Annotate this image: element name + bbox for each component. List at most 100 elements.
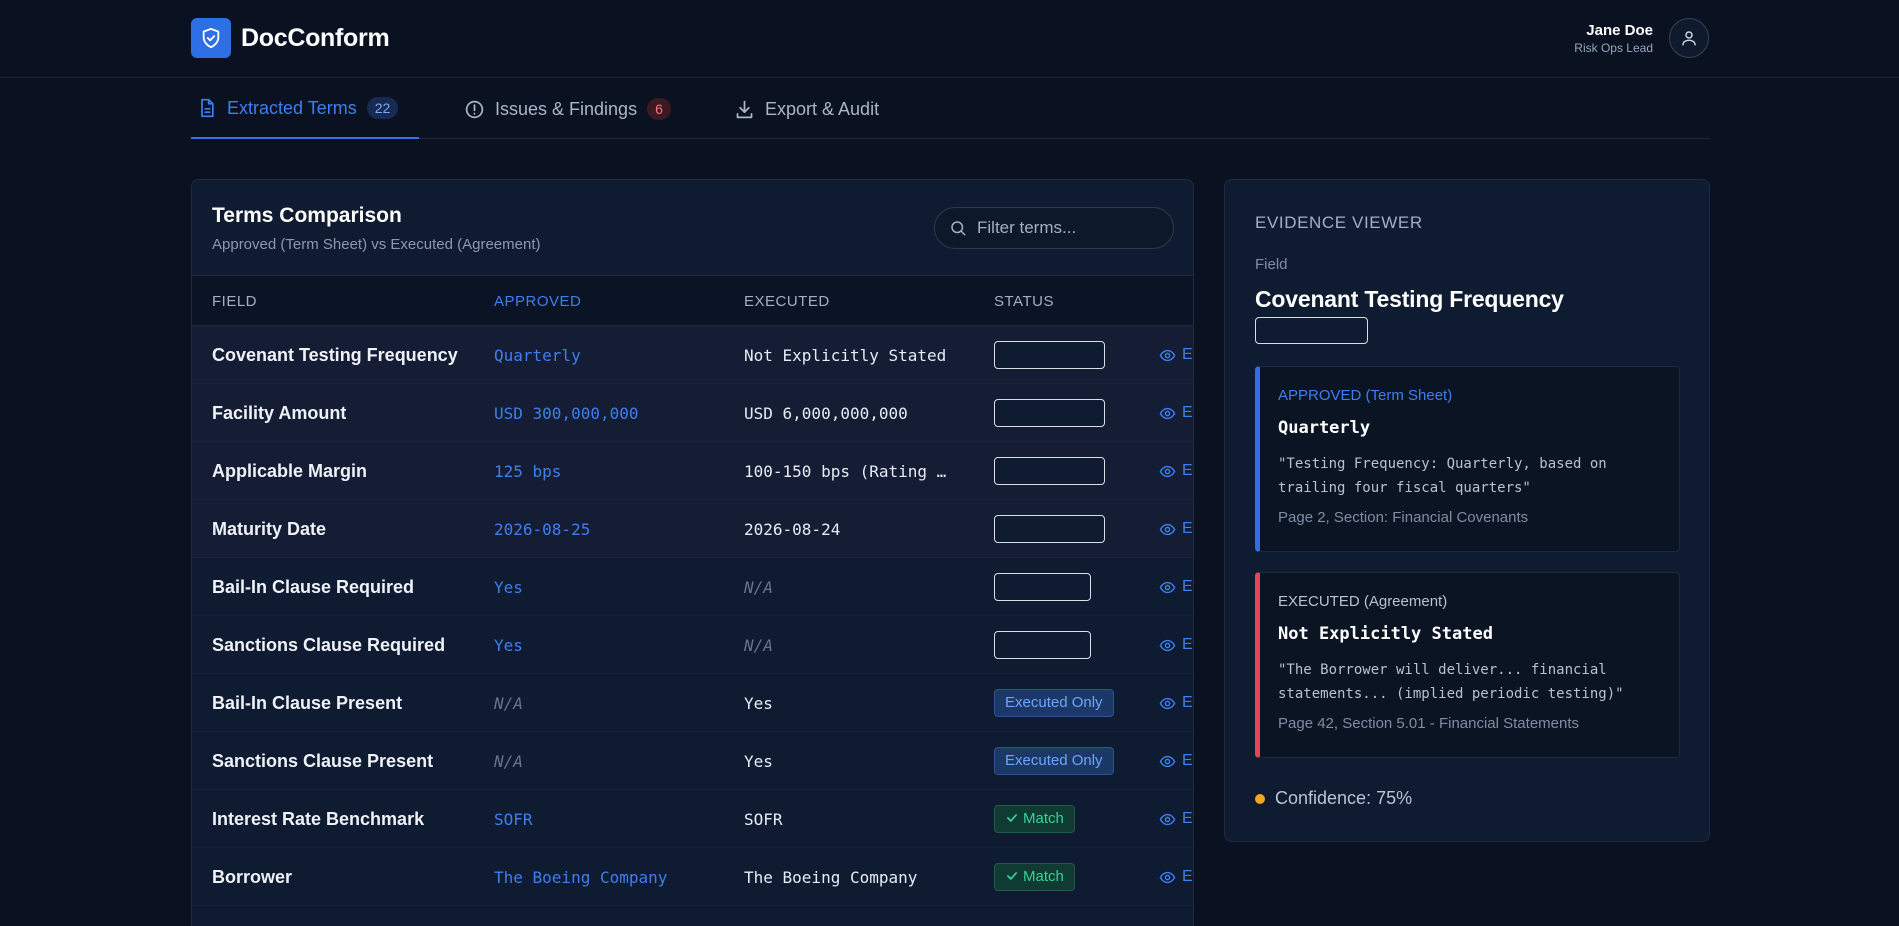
status-cell: Mismatch: [994, 500, 1105, 558]
card-subtitle: Approved (Term Sheet) vs Executed (Agree…: [212, 236, 541, 253]
approved-value: N/A: [494, 693, 523, 713]
evidence-link-label: Evidence: [1182, 810, 1193, 827]
col-header-executed[interactable]: EXECUTED: [744, 293, 830, 310]
evidence-link[interactable]: Evidence: [1159, 674, 1193, 732]
user-role: Risk Ops Lead: [1574, 40, 1653, 55]
status-cell: Mismatch: [994, 326, 1105, 384]
tab-label: Extracted Terms: [227, 97, 357, 118]
field-name: Sanctions Clause Required: [212, 634, 446, 655]
tab-export-audit[interactable]: Export & Audit: [734, 79, 879, 139]
table-header: FIELD APPROVED EXECUTED STATUS: [192, 276, 1193, 326]
status-cell: Executed Only: [994, 732, 1114, 790]
evidence-link[interactable]: Evidence: [1159, 616, 1193, 674]
status-badge: Match: [994, 805, 1075, 833]
tab-issues-findings[interactable]: Issues & Findings 6: [464, 79, 671, 139]
approved-value: Quarterly: [494, 345, 581, 365]
tab-count-badge: 22: [366, 97, 399, 119]
avatar[interactable]: [1669, 18, 1709, 58]
executed-value: 2026-08-24: [744, 519, 841, 539]
table-row[interactable]: Bail-In Clause Present N/A Yes Executed Onl…: [192, 674, 1193, 732]
app-logo[interactable]: DocConform: [191, 18, 390, 58]
table-row[interactable]: Applicable Margin 125 bps 100-150 bps (Rat…: [192, 442, 1193, 500]
user-icon: [1682, 31, 1696, 46]
evidence-status-chip: [1255, 317, 1368, 344]
user-name: Jane Doe: [1586, 21, 1653, 39]
eye-icon: [1159, 405, 1176, 422]
field-name: Covenant Testing Frequency: [212, 344, 458, 365]
col-header-status[interactable]: STATUS: [994, 293, 1054, 310]
executed-location: Page 42, Section 5.01 - Financial Statem…: [1278, 715, 1580, 732]
field-name: Interest Rate Benchmark: [212, 808, 425, 829]
table-row[interactable]: Covenant Testing Frequency Quarterly Not E…: [192, 326, 1193, 384]
field-name: Applicable Margin: [212, 460, 368, 481]
table-row[interactable]: Bail-In Clause Required Yes N/A Missing Evid…: [192, 558, 1193, 616]
evidence-link[interactable]: Evidence: [1159, 790, 1193, 848]
table-row[interactable]: Borrower The Boeing Company The Boeing Com…: [192, 848, 1193, 906]
eye-icon: [1159, 347, 1176, 364]
status-badge: Executed Only: [994, 689, 1114, 717]
status-cell: Mismatch: [994, 442, 1105, 500]
approved-quote: "Testing Frequency: Quarterly, based on …: [1278, 456, 1607, 496]
eye-icon: [1159, 637, 1176, 654]
tab-extracted-terms[interactable]: Extracted Terms 22: [191, 79, 419, 139]
check-icon: [1005, 868, 1023, 885]
filter-terms-field[interactable]: [934, 207, 1174, 249]
status-badge: Mismatch: [994, 515, 1105, 543]
executed-value: SOFR: [744, 809, 783, 829]
tab-bar: Extracted Terms 22 Issues & Findings 6 E…: [191, 79, 1710, 139]
approved-value: SOFR: [494, 809, 533, 829]
table-row[interactable]: Maturity Date 2026-08-25 2026-08-24 Mismatc…: [192, 500, 1193, 558]
status-cell: Mismatch: [994, 384, 1105, 442]
executed-quote: "The Borrower will deliver... financial …: [1278, 662, 1624, 702]
top-bar: DocConform Jane Doe Risk Ops Lead: [0, 0, 1899, 78]
filter-terms-input[interactable]: [977, 218, 1157, 238]
executed-value: N/A: [744, 635, 773, 655]
executed-source-label: EXECUTED (Agreement): [1278, 593, 1448, 610]
table-row[interactable]: Interest Rate Benchmark SOFR SOFR Match Evid…: [192, 790, 1193, 848]
executed-value: Yes: [744, 751, 773, 771]
evidence-link-label: Evidence: [1182, 404, 1193, 421]
approved-value: Yes: [494, 635, 523, 655]
app-name: DocConform: [241, 23, 390, 52]
card-header: Terms Comparison Approved (Term Sheet) v…: [192, 180, 1193, 276]
col-header-field[interactable]: FIELD: [212, 293, 257, 310]
user-info: Jane Doe Risk Ops Lead: [1574, 21, 1653, 56]
field-name: Sanctions Clause Present: [212, 750, 434, 771]
evidence-link[interactable]: Evidence: [1159, 442, 1193, 500]
eye-icon: [1159, 869, 1176, 886]
evidence-link[interactable]: Evidence: [1159, 848, 1193, 906]
status-cell: Match: [994, 790, 1075, 848]
table-row[interactable]: Sanctions Clause Required Yes N/A Missing Ev…: [192, 616, 1193, 674]
evidence-link[interactable]: Evidence: [1159, 558, 1193, 616]
status-text: Match: [1023, 810, 1064, 827]
terms-comparison-card: Terms Comparison Approved (Term Sheet) v…: [191, 179, 1194, 926]
table-row[interactable]: Facility Amount USD 300,000,000 USD 6,000,…: [192, 384, 1193, 442]
table-row[interactable]: Sanctions Clause Present N/A Yes Executed O…: [192, 732, 1193, 790]
eye-icon: [1159, 463, 1176, 480]
confidence-dot: [1255, 793, 1265, 804]
evidence-link[interactable]: Evidence: [1159, 326, 1193, 384]
card-title: Terms Comparison: [212, 204, 402, 227]
status-text: Match: [1023, 868, 1064, 885]
confidence-indicator: Confidence: 75%: [1255, 788, 1412, 809]
approved-value: Quarterly: [1278, 418, 1371, 438]
shield-check-icon: [191, 18, 231, 58]
status-text: Executed Only: [1005, 694, 1103, 711]
evidence-link[interactable]: Evidence: [1159, 500, 1193, 558]
executed-value: Not Explicitly Stated: [1278, 624, 1493, 644]
tab-label: Export & Audit: [765, 98, 880, 119]
tab-label: Issues & Findings: [495, 98, 638, 119]
tab-count-badge: 6: [647, 98, 671, 120]
status-badge: Mismatch: [994, 341, 1105, 369]
status-badge: Mismatch: [994, 399, 1105, 427]
approved-location: Page 2, Section: Financial Covenants: [1278, 509, 1529, 526]
document-icon: [201, 98, 214, 118]
approved-value: 125 bps: [494, 461, 562, 481]
evidence-link[interactable]: Evidence: [1159, 732, 1193, 790]
status-badge: Executed Only: [994, 747, 1114, 775]
evidence-link-label: Evidence: [1182, 578, 1193, 595]
user-menu[interactable]: Jane Doe Risk Ops Lead: [1574, 18, 1709, 58]
evidence-link[interactable]: Evidence: [1159, 384, 1193, 442]
search-icon: [951, 221, 966, 236]
col-header-approved[interactable]: APPROVED: [494, 293, 581, 310]
